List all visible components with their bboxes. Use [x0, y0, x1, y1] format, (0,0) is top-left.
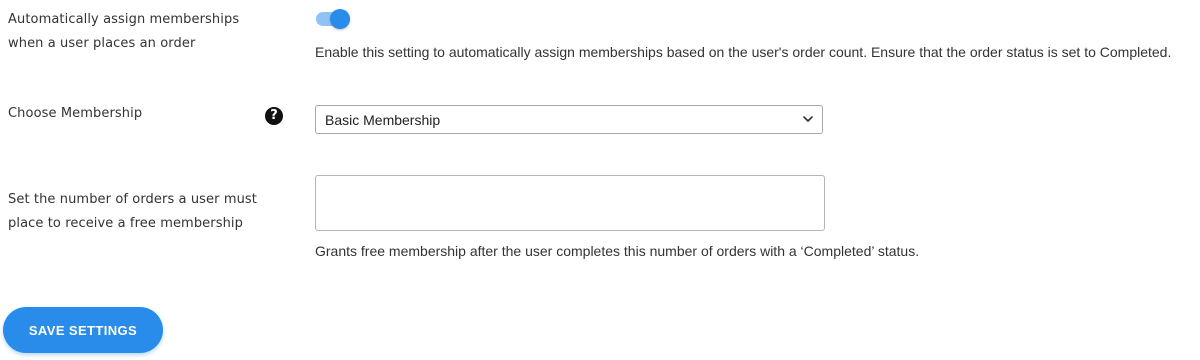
auto-assign-label-line2: when a user places an order: [8, 36, 196, 51]
auto-assign-label: Automatically assign memberships when a …: [8, 8, 239, 56]
auto-assign-help-text: Enable this setting to automatically ass…: [315, 44, 1172, 60]
order-count-label-line2: place to receive a free membership: [8, 216, 243, 231]
membership-select-value: Basic Membership: [325, 112, 441, 128]
choose-membership-label: Choose Membership: [8, 102, 142, 126]
toggle-knob: [330, 9, 350, 29]
save-settings-button[interactable]: SAVE SETTINGS: [3, 307, 163, 353]
question-circle-icon[interactable]: ?: [265, 107, 283, 125]
order-count-input[interactable]: [315, 175, 825, 231]
order-count-label: Set the number of orders a user must pla…: [8, 188, 257, 236]
auto-assign-toggle[interactable]: [316, 9, 350, 29]
order-count-help-text: Grants free membership after the user co…: [315, 243, 920, 259]
chevron-down-icon: [803, 116, 813, 122]
order-count-label-line1: Set the number of orders a user must: [8, 192, 258, 207]
membership-select[interactable]: Basic Membership: [315, 105, 823, 134]
choose-membership-label-text: Choose Membership: [8, 106, 143, 121]
auto-assign-label-line1: Automatically assign memberships: [8, 12, 240, 27]
